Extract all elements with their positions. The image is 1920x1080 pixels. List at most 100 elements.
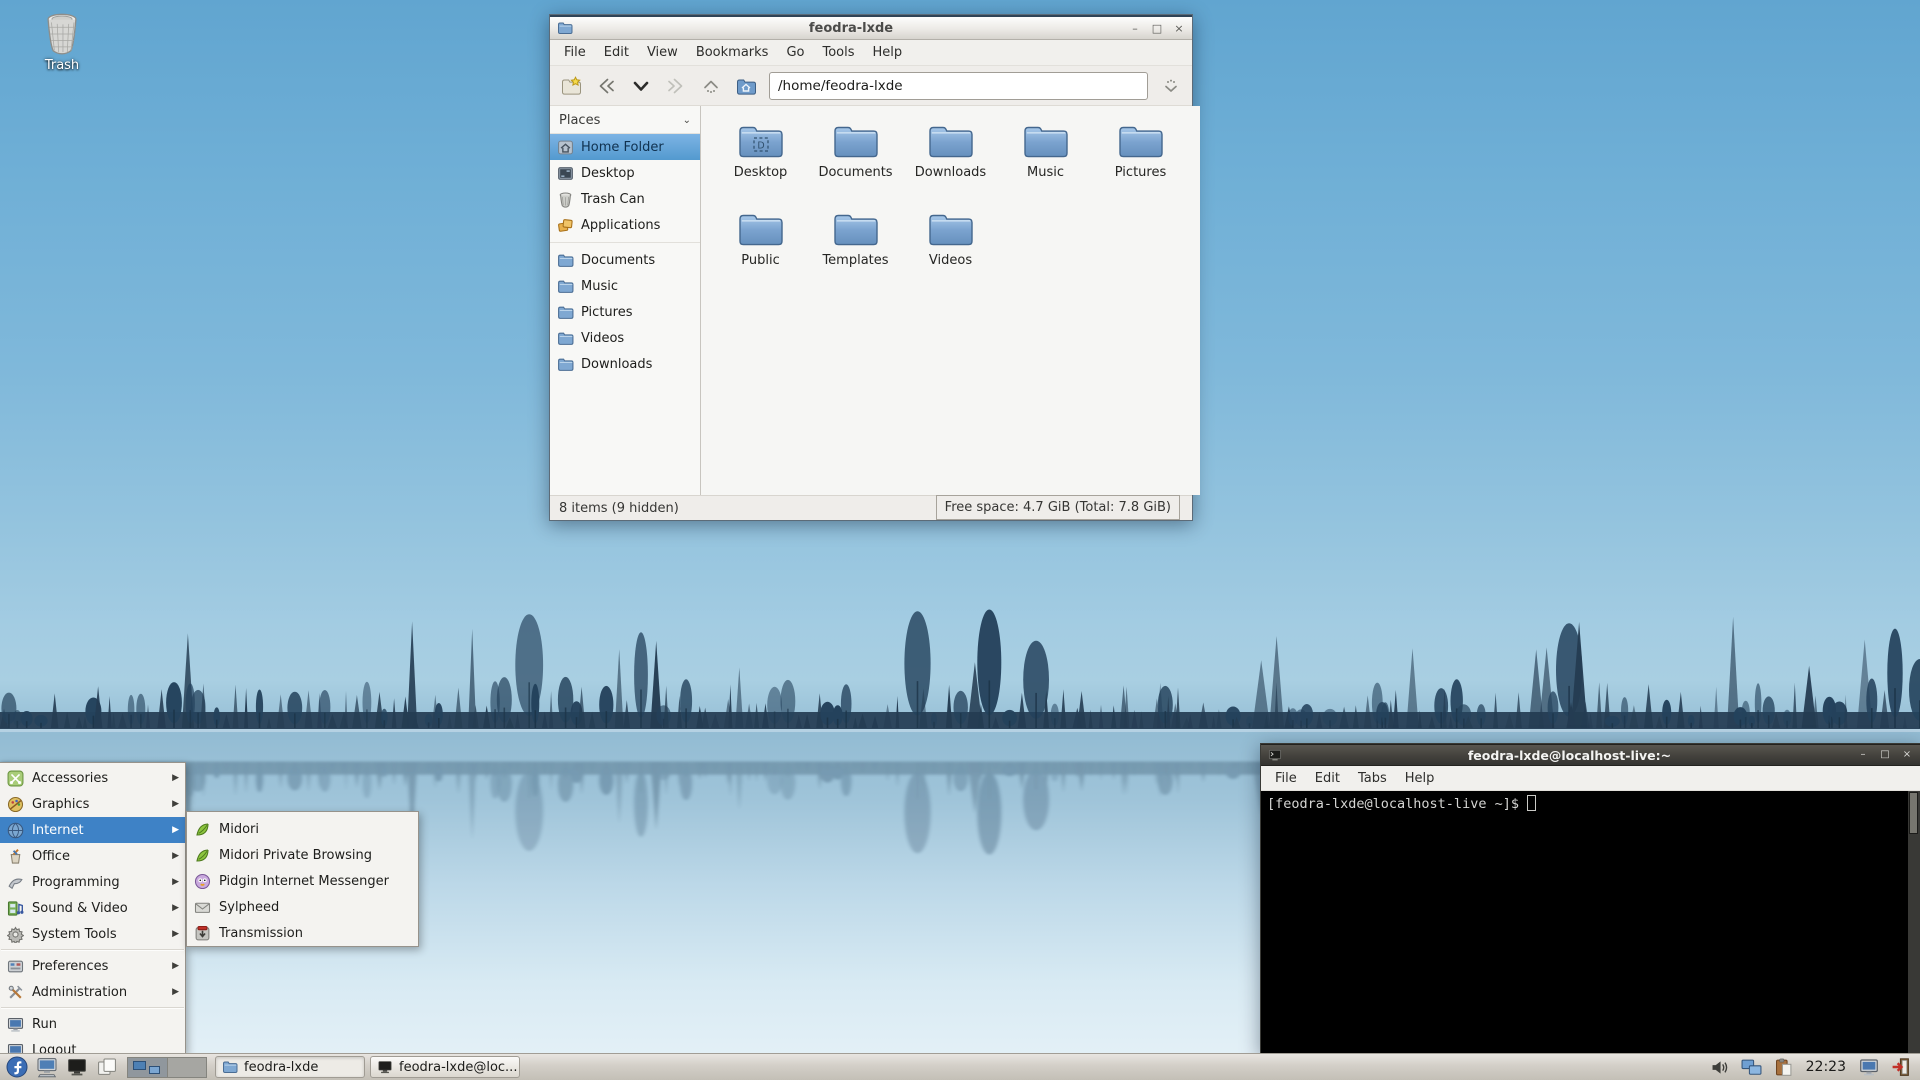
terminal-output[interactable]: [feodra-lxde@localhost-live ~]$ [1261,791,1920,1053]
menu-item-system-tools[interactable]: System Tools ▶ [0,921,185,947]
folder-item-documents[interactable]: Documents [810,116,902,204]
menu-item-internet[interactable]: Internet ▶ [0,817,185,843]
folder-item-templates[interactable]: Templates [810,204,902,292]
menu-item-preferences[interactable]: Preferences ▶ [0,953,185,979]
sidebar-item-pictures[interactable]: Pictures [550,299,700,325]
folder-label: Videos [928,253,973,268]
terminal-menu-edit[interactable]: Edit [1306,767,1349,790]
menu-item-office[interactable]: Office ▶ [0,843,185,869]
go-button[interactable] [1159,74,1183,98]
clipboard-icon [1774,1058,1793,1077]
submenu-item-transmission[interactable]: Transmission [187,920,418,946]
folder-label: Music [1027,165,1064,180]
sidebar-item-videos[interactable]: Videos [550,325,700,351]
up-button[interactable] [699,74,723,98]
maximize-icon[interactable]: □ [1879,750,1891,760]
places-selector[interactable]: Places ⌄ [550,108,700,134]
sidebar-item-documents[interactable]: Documents [550,247,700,273]
menu-item-graphics[interactable]: Graphics ▶ [0,791,185,817]
task-button-file-manager[interactable]: feodra-lxde [215,1056,365,1078]
terminal-menu-file[interactable]: File [1266,767,1306,790]
internet-icon [7,822,24,839]
new-tab-button[interactable] [559,74,583,98]
fm-menu-go[interactable]: Go [777,41,813,64]
terminal-menu-tabs[interactable]: Tabs [1349,767,1396,790]
fm-menu-tools[interactable]: Tools [813,41,863,64]
close-icon[interactable]: × [1901,750,1913,760]
back-button[interactable] [594,74,618,98]
start-menu-button[interactable] [4,1055,29,1080]
fm-menu-help[interactable]: Help [864,41,912,64]
logout-tray-icon[interactable] [1888,1055,1913,1080]
shell-prompt: [feodra-lxde@localhost-live ~]$ [1267,796,1519,812]
home-button[interactable] [734,74,758,98]
sidebar-item-label: Music [581,278,618,294]
sidebar-item-label: Downloads [581,356,653,372]
forward-button[interactable] [664,74,688,98]
submenu-arrow-icon: ▶ [172,851,179,861]
folder-item-downloads[interactable]: Downloads [905,116,997,204]
workspace-pager[interactable] [127,1056,207,1078]
trash-icon [557,191,574,208]
midori-icon [194,821,211,838]
screensaver-tray-icon[interactable] [1856,1055,1881,1080]
minimize-icon[interactable]: – [1857,750,1869,760]
terminal-titlebar[interactable]: feodra-lxde@localhost-live:~ – □ × [1261,744,1920,766]
folder-item-music[interactable]: Music [1000,116,1092,204]
terminal-window: feodra-lxde@localhost-live:~ – □ × File … [1260,743,1920,1054]
folder-item-desktop[interactable]: D Desktop [715,116,807,204]
iconify-all-windows-button[interactable] [94,1055,119,1080]
folder-item-pictures[interactable]: Pictures [1095,116,1187,204]
path-bar[interactable] [769,71,1148,100]
fm-menu-view[interactable]: View [638,41,687,64]
fm-icon-view[interactable]: D Desktop Documents Downloads Music Pict… [701,106,1200,495]
volume-tray-icon[interactable] [1707,1055,1732,1080]
workspace-1[interactable] [128,1057,167,1077]
run-icon [7,1016,24,1033]
pager-window [133,1060,146,1070]
network-tray-icon[interactable] [1739,1055,1764,1080]
terminal-menu-help[interactable]: Help [1396,767,1444,790]
submenu-item-midori[interactable]: Midori [187,816,418,842]
menu-item-administration[interactable]: Administration ▶ [0,979,185,1005]
show-desktop-launcher[interactable] [34,1055,59,1080]
fm-menubar: File Edit View Bookmarks Go Tools Help [550,40,1192,66]
submenu-item-sylpheed[interactable]: Sylpheed [187,894,418,920]
path-input[interactable] [778,77,1139,94]
maximize-icon[interactable]: □ [1151,23,1163,34]
terminal-launcher[interactable] [64,1055,89,1080]
sidebar-item-downloads[interactable]: Downloads [550,351,700,377]
sound-video-icon [7,900,24,917]
fm-menu-edit[interactable]: Edit [595,41,638,64]
folder-item-public[interactable]: Public [715,204,807,292]
close-icon[interactable]: × [1173,23,1185,34]
screensaver-icon [1859,1057,1879,1077]
workspace-2[interactable] [167,1057,206,1077]
pager-window [149,1065,160,1074]
sidebar-item-music[interactable]: Music [550,273,700,299]
fm-menu-bookmarks[interactable]: Bookmarks [687,41,778,64]
scrollbar-thumb[interactable] [1909,792,1918,834]
task-button-terminal[interactable]: feodra-lxde@loc... [370,1056,520,1078]
sidebar-item-desktop[interactable]: Desktop [550,160,700,186]
submenu-item-pidgin[interactable]: Pidgin Internet Messenger [187,868,418,894]
menu-item-sound-video[interactable]: Sound & Video ▶ [0,895,185,921]
clipboard-tray-icon[interactable] [1771,1055,1796,1080]
menu-item-programming[interactable]: Programming ▶ [0,869,185,895]
fm-menu-file[interactable]: File [555,41,595,64]
sidebar-item-trash[interactable]: Trash Can [550,186,700,212]
fm-titlebar[interactable]: feodra-lxde – □ × [550,15,1192,40]
sidebar-item-applications[interactable]: Applications [550,212,700,238]
desktop-trash-icon[interactable]: Trash [24,10,100,73]
terminal-scrollbar[interactable] [1908,791,1920,1053]
folder-icon [737,210,785,250]
minimize-icon[interactable]: – [1129,23,1141,34]
history-dropdown-button[interactable] [629,74,653,98]
clock[interactable]: 22:23 [1806,1059,1846,1075]
sidebar-item-home[interactable]: Home Folder [550,134,700,160]
folder-icon [832,122,880,162]
menu-item-accessories[interactable]: Accessories ▶ [0,765,185,791]
submenu-item-midori-private[interactable]: Midori Private Browsing [187,842,418,868]
menu-item-run[interactable]: Run [0,1011,185,1037]
folder-item-videos[interactable]: Videos [905,204,997,292]
